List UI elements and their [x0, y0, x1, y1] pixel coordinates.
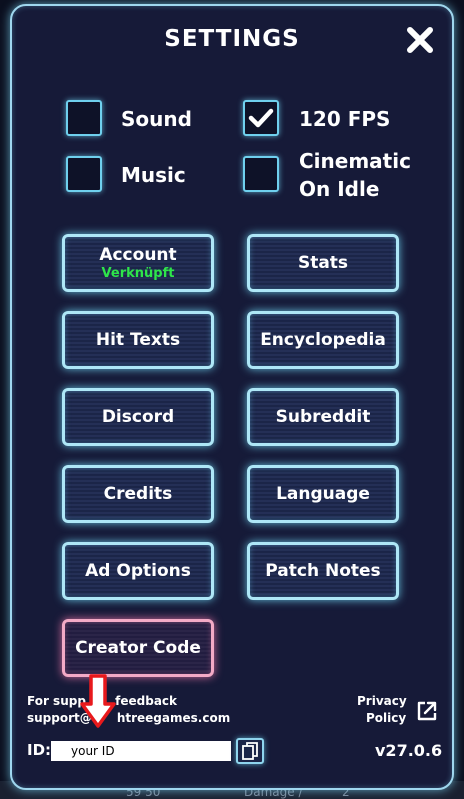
account-button-label: Account: [99, 245, 177, 265]
credits-button[interactable]: Credits: [62, 465, 214, 523]
id-field[interactable]: [51, 741, 231, 761]
page-title: SETTINGS: [164, 26, 300, 52]
privacy-policy-button[interactable]: [416, 700, 438, 722]
hit-texts-button-label: Hit Texts: [95, 330, 181, 350]
encyclopedia-button-label: Encyclopedia: [260, 330, 386, 350]
subreddit-button-label: Subreddit: [275, 407, 371, 427]
credits-button-label: Credits: [103, 484, 173, 504]
encyclopedia-button[interactable]: Encyclopedia: [247, 311, 399, 369]
music-checkbox[interactable]: [66, 156, 102, 192]
patch-notes-button[interactable]: Patch Notes: [247, 542, 399, 600]
ad-options-button[interactable]: Ad Options: [62, 542, 214, 600]
external-link-icon: [417, 701, 437, 721]
fps-label: 120 FPS: [299, 107, 391, 131]
stats-button-label: Stats: [297, 253, 349, 273]
hit-texts-button[interactable]: Hit Texts: [62, 311, 214, 369]
cinematic-label-line2: On Idle: [299, 177, 380, 201]
account-button[interactable]: Account Verknüpft: [62, 234, 214, 292]
close-button[interactable]: [404, 24, 436, 56]
ad-options-button-label: Ad Options: [85, 561, 191, 581]
copy-icon: [242, 742, 258, 760]
sound-checkbox[interactable]: [66, 100, 102, 136]
patch-notes-button-label: Patch Notes: [265, 561, 381, 581]
privacy-policy-line2[interactable]: Policy: [366, 710, 406, 727]
music-label: Music: [121, 163, 186, 187]
creator-code-button-label: Creator Code: [75, 638, 201, 658]
cinematic-checkbox[interactable]: [243, 156, 279, 192]
fps-checkbox[interactable]: [243, 100, 279, 136]
privacy-policy-line1[interactable]: Privacy: [357, 693, 407, 710]
language-button-label: Language: [276, 484, 370, 504]
creator-code-button[interactable]: Creator Code: [62, 619, 214, 677]
support-email[interactable]: support@ htreegames.com: [27, 710, 230, 727]
id-label: ID:: [27, 741, 52, 759]
cinematic-label-line1: Cinematic: [299, 149, 411, 173]
red-down-arrow-icon: [80, 674, 116, 728]
account-status: Verknüpft: [101, 266, 175, 281]
discord-button-label: Discord: [101, 407, 175, 427]
close-icon: [407, 27, 433, 53]
stats-button[interactable]: Stats: [247, 234, 399, 292]
copy-id-button[interactable]: [236, 738, 264, 764]
subreddit-button[interactable]: Subreddit: [247, 388, 399, 446]
discord-button[interactable]: Discord: [62, 388, 214, 446]
checkmark-icon: [248, 108, 274, 128]
version-label: v27.0.6: [375, 741, 443, 760]
language-button[interactable]: Language: [247, 465, 399, 523]
sound-label: Sound: [121, 107, 192, 131]
